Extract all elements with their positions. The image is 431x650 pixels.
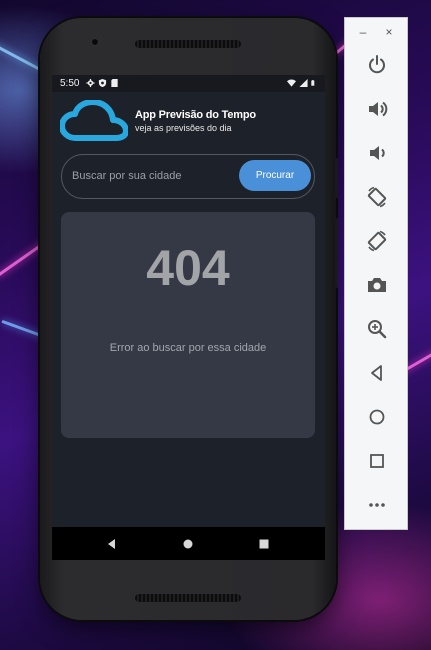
nav-home-icon[interactable] xyxy=(181,537,195,551)
minimize-icon[interactable]: – xyxy=(357,26,369,38)
search-bar: Procurar xyxy=(61,154,315,199)
error-message: Error ao buscar por essa cidade xyxy=(109,342,267,354)
back-icon[interactable] xyxy=(365,361,389,385)
close-icon[interactable]: × xyxy=(383,26,395,38)
home-icon[interactable] xyxy=(365,405,389,429)
phone-screen: 5:50 App Previsão do Tempo veja as previ… xyxy=(52,75,325,560)
nav-overview-icon[interactable] xyxy=(257,537,271,551)
cell-signal-icon xyxy=(299,78,308,88)
app-subtitle: veja as previsões do dia xyxy=(135,123,232,133)
emulator-toolbar: – × xyxy=(344,17,408,530)
settings-gear-icon xyxy=(86,78,95,88)
zoom-icon[interactable] xyxy=(365,317,389,341)
volume-down-icon[interactable] xyxy=(365,141,389,165)
search-button[interactable]: Procurar xyxy=(239,160,311,191)
phone-device-frame: 5:50 App Previsão do Tempo veja as previ… xyxy=(40,18,338,620)
camera-icon[interactable] xyxy=(365,273,389,297)
volume-up-icon[interactable] xyxy=(365,97,389,121)
cloud-logo-icon xyxy=(60,100,128,141)
wifi-icon xyxy=(287,79,296,87)
top-speaker-grille xyxy=(135,40,241,48)
nav-back-icon[interactable] xyxy=(105,537,119,551)
battery-icon xyxy=(311,80,315,86)
volume-side-button xyxy=(335,218,338,288)
bottom-speaker-grille xyxy=(135,594,241,602)
shield-icon xyxy=(98,78,107,88)
power-icon[interactable] xyxy=(365,53,389,77)
overview-icon[interactable] xyxy=(365,449,389,473)
power-side-button xyxy=(335,158,338,198)
app-title: App Previsão do Tempo xyxy=(135,109,256,121)
status-time: 5:50 xyxy=(60,78,80,89)
android-navigation-bar xyxy=(52,527,325,560)
app-header: App Previsão do Tempo veja as previsões … xyxy=(60,100,320,144)
rotate-right-icon[interactable] xyxy=(365,229,389,253)
city-search-input[interactable] xyxy=(72,164,232,188)
error-code: 404 xyxy=(146,240,230,296)
front-camera xyxy=(92,39,98,45)
more-icon[interactable] xyxy=(365,493,389,517)
status-bar: 5:50 xyxy=(52,75,325,92)
rotate-left-icon[interactable] xyxy=(365,185,389,209)
sd-card-icon xyxy=(111,78,118,88)
error-result-card: 404 Error ao buscar por essa cidade xyxy=(61,212,315,438)
